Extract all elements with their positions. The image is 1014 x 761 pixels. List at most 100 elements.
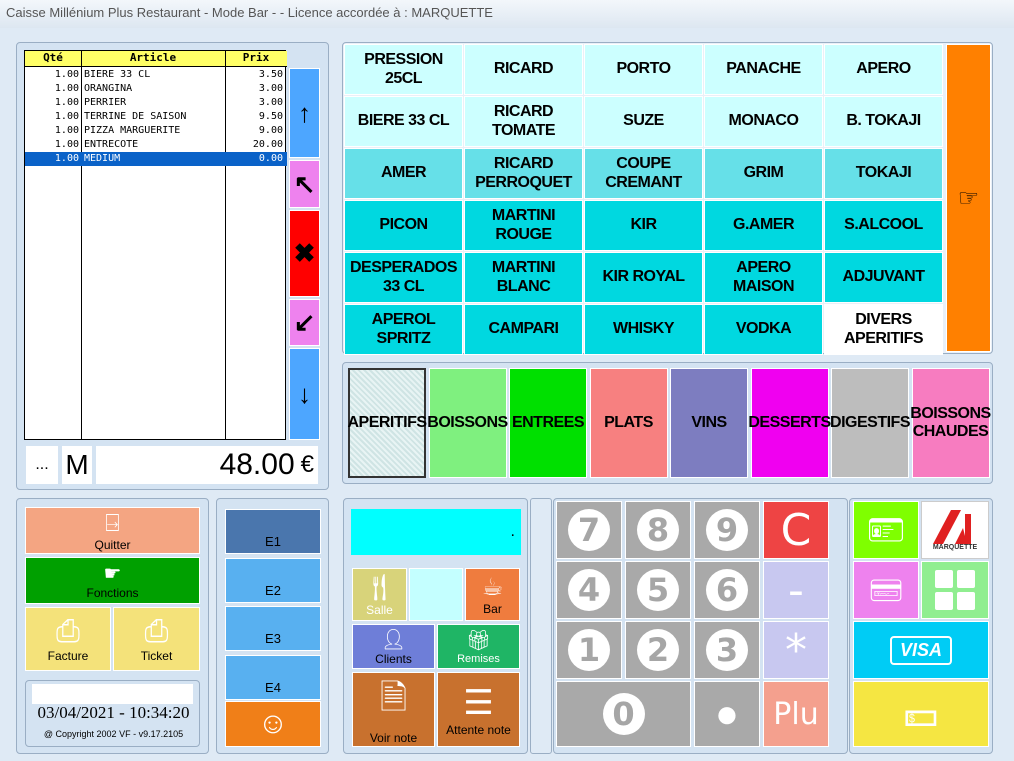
keypad-key[interactable]: *: [763, 621, 829, 679]
product-button[interactable]: SUZE: [584, 96, 703, 147]
product-button[interactable]: DESPERADOS 33 CL: [344, 252, 463, 303]
category-tab[interactable]: DESSERTS: [748, 368, 831, 478]
product-button[interactable]: COUPE CREMANT: [584, 148, 703, 199]
employee-button[interactable]: E2: [225, 557, 321, 603]
product-button[interactable]: S.ALCOOL: [824, 200, 943, 251]
product-button[interactable]: PANACHE: [704, 44, 823, 95]
ticket-table: Qté Article Prix 1.00 BIERE 33 CL 3.50 1.00…: [24, 50, 287, 440]
product-button[interactable]: MARTINI ROUGE: [464, 200, 583, 251]
product-button[interactable]: DIVERS APERITIFS: [824, 304, 943, 355]
price-cell: 9.50: [258, 111, 283, 122]
employee-button[interactable]: E4: [225, 654, 321, 700]
product-button[interactable]: BIERE 33 CL: [344, 96, 463, 147]
table-row[interactable]: 1.00 TERRINE DE SAISON 9.50: [25, 110, 287, 124]
keypad-key[interactable]: 2: [625, 621, 691, 679]
discounts-button[interactable]: 🎁︎ Remises: [437, 624, 520, 669]
product-button[interactable]: ADJUVANT: [824, 252, 943, 303]
product-button[interactable]: PORTO: [584, 44, 703, 95]
category-tab[interactable]: ENTREES: [509, 368, 587, 478]
digit-label: 6: [706, 569, 748, 611]
ticket-print-button[interactable]: ⎙ Ticket: [113, 607, 200, 671]
invoice-button[interactable]: ⎙ Facture: [25, 607, 111, 671]
keypad-key[interactable]: ●: [694, 681, 760, 747]
keypad-key[interactable]: 4: [556, 561, 622, 619]
brand-logo: MARQUETTE: [921, 501, 989, 559]
keypad-key[interactable]: -: [763, 561, 829, 619]
next-page-button[interactable]: ☞: [946, 44, 991, 352]
hold-note-button[interactable]: ☰ Attente note: [437, 672, 520, 747]
employee-button[interactable]: E3: [225, 606, 321, 651]
product-button[interactable]: KIR: [584, 200, 703, 251]
category-tab[interactable]: BOISSONS CHAUDES: [910, 368, 991, 478]
product-button[interactable]: PICON: [344, 200, 463, 251]
qty-cell: 1.00: [54, 69, 79, 80]
category-tab[interactable]: APERITIFS: [347, 368, 427, 478]
product-button[interactable]: VODKA: [704, 304, 823, 355]
product-button[interactable]: G.AMER: [704, 200, 823, 251]
customer-card-button[interactable]: 🪪︎: [853, 501, 919, 559]
digit-label: 0: [602, 693, 645, 735]
table-row[interactable]: 1.00 ENTRECOTE 20.00: [25, 138, 287, 152]
document-search-icon: 🗎︎: [379, 679, 408, 717]
product-button[interactable]: MONACO: [704, 96, 823, 147]
keypad-key[interactable]: 6: [694, 561, 760, 619]
table-row[interactable]: 1.00 PIZZA MARGUERITE 9.00: [25, 124, 287, 138]
grid-button[interactable]: [921, 561, 989, 619]
keypad-key[interactable]: Plu: [763, 681, 829, 747]
clients-button[interactable]: 👤︎ Clients: [352, 624, 435, 669]
product-button[interactable]: GRIM: [704, 148, 823, 199]
product-button[interactable]: RICARD PERROQUET: [464, 148, 583, 199]
employee-button[interactable]: E1: [225, 509, 321, 554]
product-button[interactable]: APERO: [824, 44, 943, 95]
article-cell: TERRINE DE SAISON: [84, 111, 187, 122]
category-tab[interactable]: VINS: [670, 368, 748, 478]
table-row[interactable]: 1.00 ORANGINA 3.00: [25, 82, 287, 96]
keypad-key[interactable]: 5: [625, 561, 691, 619]
cash-icon: 💵︎: [903, 692, 939, 735]
product-button[interactable]: MARTINI BLANC: [464, 252, 583, 303]
scroll-top-button[interactable]: ↖: [289, 160, 320, 208]
keypad-key[interactable]: 8: [625, 501, 691, 559]
qty-cell: 1.00: [54, 97, 79, 108]
operator-label: Plu: [773, 696, 819, 732]
keypad-key[interactable]: C: [763, 501, 829, 559]
digit-label: 2: [637, 629, 679, 671]
product-button[interactable]: CAMPARI: [464, 304, 583, 355]
smiley-button[interactable]: ☺: [225, 701, 321, 747]
keypad-key[interactable]: 1: [556, 621, 622, 679]
cash-button[interactable]: 💵︎: [853, 681, 989, 747]
category-tab[interactable]: BOISSONS: [427, 368, 508, 478]
product-button[interactable]: RICARD: [464, 44, 583, 95]
scroll-bottom-button[interactable]: ↙: [289, 299, 320, 346]
view-note-button[interactable]: 🗎︎ Voir note: [352, 672, 435, 747]
keypad-key[interactable]: 9: [694, 501, 760, 559]
card-payment-button[interactable]: 💳︎: [853, 561, 919, 619]
keypad-key[interactable]: 3: [694, 621, 760, 679]
product-button[interactable]: AMER: [344, 148, 463, 199]
category-tab[interactable]: PLATS: [589, 368, 668, 478]
table-row[interactable]: 1.00 PERRIER 3.00: [25, 96, 287, 110]
product-button[interactable]: RICARD TOMATE: [464, 96, 583, 147]
delete-line-button[interactable]: ✖: [289, 210, 320, 297]
dots-button[interactable]: ...: [26, 446, 58, 484]
keypad-key[interactable]: 0: [556, 681, 691, 747]
product-button[interactable]: KIR ROYAL: [584, 252, 703, 303]
product-button[interactable]: APERO MAISON: [704, 252, 823, 303]
product-button[interactable]: PRESSION 25CL: [344, 44, 463, 95]
table-row[interactable]: 1.00 MEDIUM 0.00: [25, 152, 287, 166]
product-button[interactable]: B. TOKAJI: [824, 96, 943, 147]
room-button[interactable]: 🍴︎ Salle: [352, 568, 407, 621]
qty-cell: 1.00: [54, 83, 79, 94]
product-button[interactable]: WHISKY: [584, 304, 703, 355]
scroll-down-button[interactable]: ↓: [289, 348, 320, 440]
product-button[interactable]: APEROL SPRITZ: [344, 304, 463, 355]
quit-button[interactable]: ⍈ Quitter: [25, 507, 200, 554]
product-button[interactable]: TOKAJI: [824, 148, 943, 199]
bar-button[interactable]: ☕︎ Bar: [465, 568, 520, 621]
keypad-key[interactable]: 7: [556, 501, 622, 559]
functions-button[interactable]: ☛ Fonctions: [25, 557, 200, 604]
table-row[interactable]: 1.00 BIERE 33 CL 3.50: [25, 68, 287, 82]
category-tab[interactable]: DIGESTIFS: [830, 368, 910, 478]
visa-button[interactable]: VISA: [853, 621, 989, 679]
scroll-up-button[interactable]: ↑: [289, 68, 320, 158]
